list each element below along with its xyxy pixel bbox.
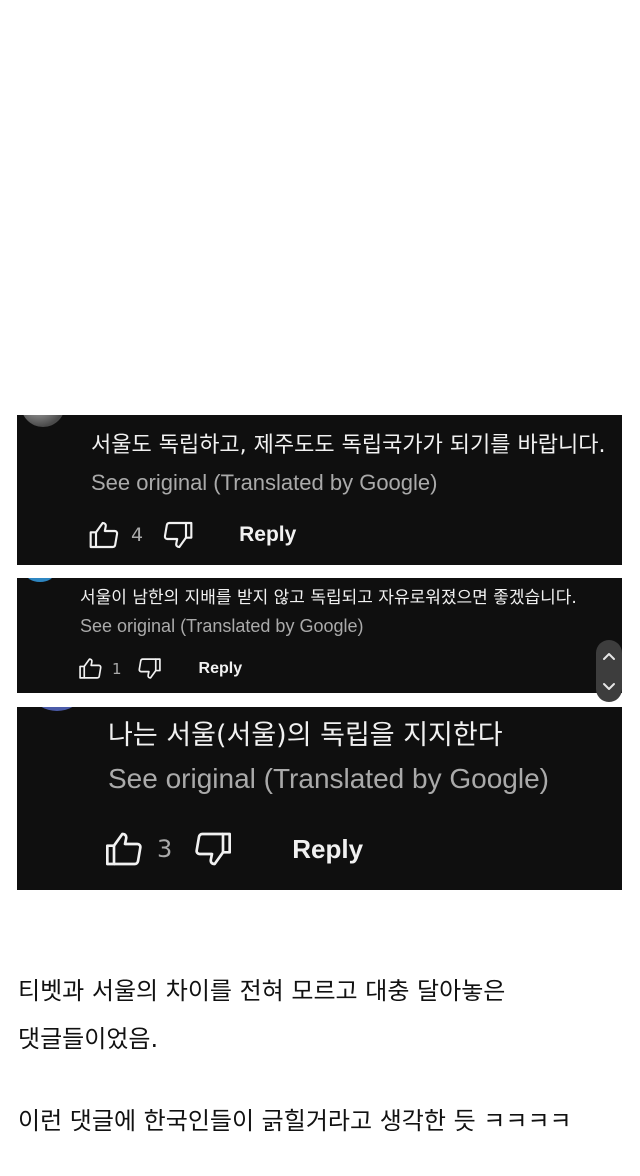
avatar[interactable] (35, 707, 79, 711)
comment-text: 나는 서울(서울)의 독립을 지지한다 (108, 720, 503, 751)
chevron-down-icon[interactable] (602, 682, 616, 692)
comment-card: 서울도 독립하고, 제주도도 독립국가가 되기를 바랍니다. See origi… (17, 415, 622, 565)
like-count: 1 (112, 659, 122, 678)
comment-card: 나는 서울(서울)의 독립을 지지한다 See original (Transl… (17, 707, 622, 890)
reply-button[interactable]: Reply (199, 660, 243, 678)
post-paragraph: 이런 댓글에 한국인들이 긁힐거라고 생각한 듯 ㅋㅋㅋㅋ (18, 1107, 572, 1135)
avatar[interactable] (21, 415, 65, 427)
scroll-control[interactable] (596, 640, 622, 702)
page: 서울도 독립하고, 제주도도 독립국가가 되기를 바랍니다. See origi… (0, 0, 640, 1176)
comment-text: 서울이 남한의 지배를 받지 않고 독립되고 자유로워졌으면 좋겠습니다. (80, 588, 577, 608)
comment-text: 서울도 독립하고, 제주도도 독립국가가 되기를 바랍니다. (91, 433, 606, 458)
see-original-link[interactable]: See original (Translated by Google) (80, 616, 363, 637)
thumbs-up-icon[interactable] (103, 829, 145, 869)
post-paragraph: 티벳과 서울의 차이를 전혀 모르고 대충 달아놓은 댓글들이었음. (18, 977, 506, 1053)
comment-card: 서울이 남한의 지배를 받지 않고 독립되고 자유로워졌으면 좋겠습니다. Se… (17, 578, 622, 693)
comment-actions: 1 Reply (77, 656, 242, 681)
thumbs-down-icon[interactable] (192, 829, 234, 869)
reply-button[interactable]: Reply (239, 523, 296, 547)
thumbs-up-icon[interactable] (77, 656, 104, 681)
comment-actions: 4 Reply (87, 519, 296, 551)
like-count: 4 (131, 524, 144, 546)
chevron-up-icon[interactable] (602, 651, 616, 661)
comment-actions: 3 Reply (103, 829, 363, 869)
thumbs-down-icon[interactable] (136, 656, 163, 681)
avatar[interactable] (25, 578, 55, 582)
like-count: 3 (157, 835, 173, 863)
see-original-link[interactable]: See original (Translated by Google) (108, 763, 549, 795)
thumbs-up-icon[interactable] (87, 519, 121, 551)
reply-button[interactable]: Reply (292, 834, 363, 865)
thumbs-down-icon[interactable] (161, 519, 195, 551)
see-original-link[interactable]: See original (Translated by Google) (91, 470, 437, 496)
